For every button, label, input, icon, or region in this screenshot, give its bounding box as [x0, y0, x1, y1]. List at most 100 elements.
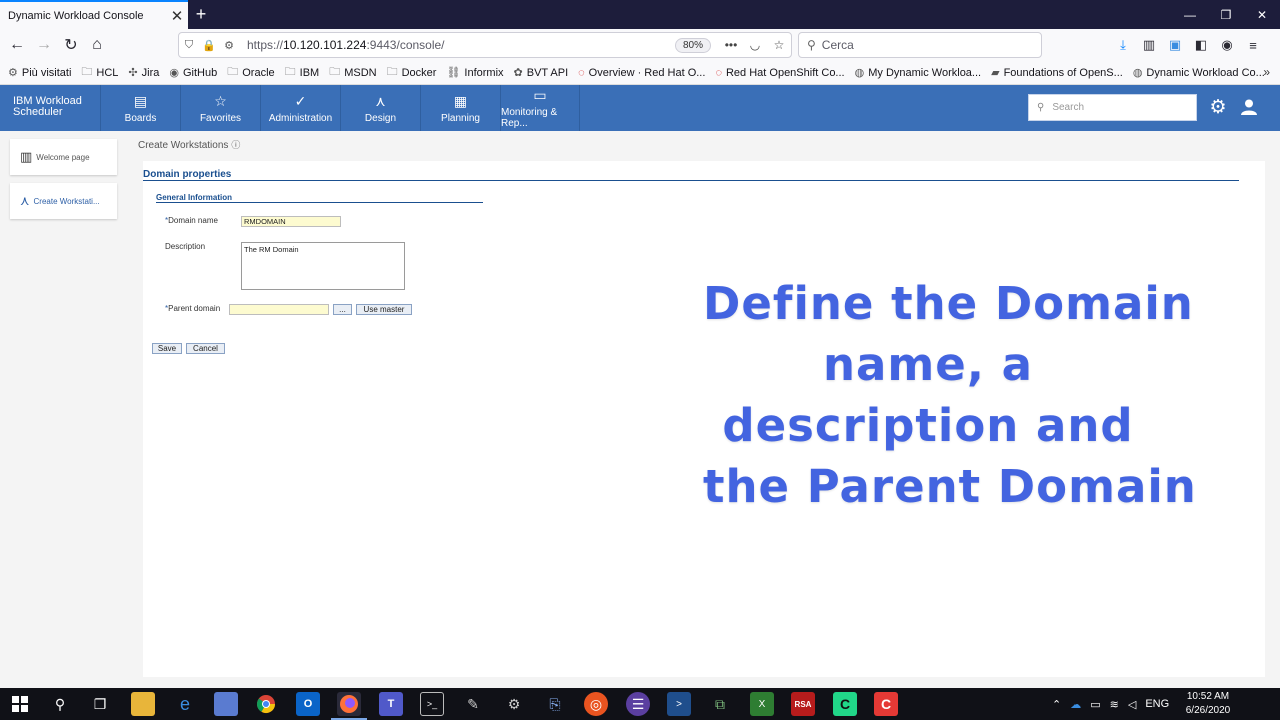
use-master-button[interactable]: Use master	[356, 304, 412, 315]
outlook-icon[interactable]: O	[296, 692, 320, 716]
search-icon[interactable]: ⚲	[48, 692, 72, 716]
parent-domain-input[interactable]	[229, 304, 329, 315]
file-explorer-icon[interactable]	[131, 692, 155, 716]
bookmark-item[interactable]: ✿ BVT API	[514, 66, 569, 80]
close-icon[interactable]: ✕	[166, 7, 188, 25]
chevron-up-icon[interactable]: ⌃	[1052, 698, 1061, 711]
bookmark-item[interactable]: 🗀 HCL	[81, 63, 118, 82]
bookmark-item[interactable]: ⚙ Più visitati	[8, 66, 71, 80]
menu-item-favorites[interactable]: ☆ Favorites	[180, 85, 260, 131]
rail-create-workstations[interactable]: ⋏ Create Workstati...	[10, 183, 117, 219]
permissions-icon[interactable]: ⚙	[219, 39, 239, 52]
menu-item-label: Planning	[441, 112, 480, 124]
menu-item-monitoring-rep[interactable]: ▭ Monitoring & Rep...	[500, 85, 580, 131]
minimize-icon[interactable]: ―	[1172, 0, 1208, 29]
rail-label: Create Workstati...	[33, 196, 100, 206]
new-tab-plus-icon[interactable]: +	[190, 0, 212, 29]
bookmark-item[interactable]: ◉ GitHub	[169, 66, 217, 80]
language-indicator[interactable]: ENG	[1145, 698, 1169, 710]
battery-icon[interactable]: ▭	[1090, 698, 1100, 711]
settings-gear-icon[interactable]: ⚙	[502, 692, 526, 716]
user-icon[interactable]	[1237, 95, 1261, 119]
powershell-icon[interactable]: >	[667, 692, 691, 716]
clion-icon[interactable]: C	[833, 692, 857, 716]
sidebar-icon[interactable]: ◧	[1188, 33, 1214, 57]
cancel-button[interactable]: Cancel	[186, 343, 225, 354]
back-icon[interactable]: ←	[5, 33, 29, 57]
onedrive-icon[interactable]: ☁	[1070, 698, 1081, 711]
excel-icon[interactable]: X	[750, 692, 774, 716]
rail-welcome-page[interactable]: ▥ Welcome page	[10, 139, 117, 175]
description-textarea[interactable]: The RM Domain	[241, 242, 405, 290]
home-icon[interactable]: ⌂	[85, 33, 109, 57]
bookmark-star-icon[interactable]: ☆	[767, 38, 791, 52]
pocket-icon[interactable]: ◡	[743, 38, 767, 52]
remote-desktop-icon[interactable]	[214, 692, 238, 716]
window-close-icon[interactable]: ✕	[1244, 0, 1280, 29]
star-icon: ☆	[214, 92, 227, 109]
bookmark-item[interactable]: ▰ Foundations of OpenS...	[991, 66, 1123, 80]
page-actions-icon[interactable]: •••	[719, 38, 743, 52]
extension-icon[interactable]: ▣	[1162, 33, 1188, 57]
download-icon[interactable]: ⤓	[1110, 33, 1136, 57]
search-icon: ⚲	[807, 38, 816, 52]
bookmark-item[interactable]: ✣ Jira	[128, 66, 159, 80]
vpn-icon[interactable]: ⧉	[708, 692, 732, 716]
ide-icon[interactable]: C	[874, 692, 898, 716]
menu-item-boards[interactable]: ▤ Boards	[100, 85, 180, 131]
parent-domain-label: *Parent domain	[165, 304, 221, 313]
volume-icon[interactable]: ◁	[1128, 698, 1136, 711]
task-view-icon[interactable]: ❐	[88, 692, 112, 716]
zoom-badge[interactable]: 80%	[674, 37, 711, 53]
browser-search-input[interactable]: ⚲ Cerca	[798, 32, 1042, 58]
teams-icon[interactable]: T	[379, 692, 403, 716]
taskbar-clock[interactable]: 10:52 AM 6/26/2020	[1178, 690, 1238, 718]
bookmarks-overflow-icon[interactable]: »	[1263, 65, 1270, 79]
form-panel: Domain properties General Information *D…	[143, 161, 1265, 677]
eclipse-icon[interactable]: ☰	[626, 692, 650, 716]
account-icon[interactable]: ◉	[1214, 33, 1240, 57]
terminal-icon[interactable]: >_	[420, 692, 444, 716]
maximize-icon[interactable]: ❐	[1208, 0, 1244, 29]
bookmark-item[interactable]: ◍ My Dynamic Workloa...	[855, 66, 981, 80]
lock-warning-icon[interactable]: 🔒	[199, 39, 219, 52]
forward-icon[interactable]: →	[32, 33, 56, 57]
app-brand[interactable]: IBM Workload Scheduler	[13, 96, 101, 118]
windows-start-icon[interactable]	[8, 692, 32, 716]
library-icon[interactable]: ▥	[1136, 33, 1162, 57]
rsa-icon[interactable]: RSA	[791, 692, 815, 716]
shield-icon[interactable]: ⛉	[179, 39, 199, 52]
browse-parent-button[interactable]: ...	[333, 304, 352, 315]
bookmark-label: MSDN	[344, 66, 377, 79]
reload-icon[interactable]: ↻	[59, 33, 83, 57]
menu-icon[interactable]: ≡	[1240, 33, 1266, 57]
bookmark-item[interactable]: ◌ Red Hat OpenShift Co...	[715, 67, 844, 79]
chrome-icon[interactable]	[254, 692, 278, 716]
bookmark-label: Foundations of OpenS...	[1003, 66, 1123, 79]
settings-gear-icon[interactable]: ⚙	[1206, 95, 1230, 119]
bookmark-item[interactable]: 🗀 Docker	[387, 63, 437, 82]
ubuntu-icon[interactable]: ◎	[584, 692, 608, 716]
save-button[interactable]: Save	[152, 343, 182, 354]
gear-icon: ⚙	[8, 67, 18, 79]
paint-icon[interactable]: ✎	[461, 692, 485, 716]
menu-item-administration[interactable]: ✓ Administration	[260, 85, 340, 131]
bookmark-item[interactable]: 🗀 MSDN	[329, 63, 376, 82]
bookmark-item[interactable]: ◍ Dynamic Workload Co...	[1133, 66, 1265, 80]
bookmark-item[interactable]: 🗀 IBM	[285, 63, 320, 82]
domain-name-input[interactable]: RMDOMAIN	[241, 216, 341, 227]
bookmark-item[interactable]: 🗀 Oracle	[227, 63, 274, 82]
edge-icon[interactable]: e	[173, 692, 197, 716]
menu-item-planning[interactable]: ▦ Planning	[420, 85, 500, 131]
url-text[interactable]: https://10.120.101.224:9443/console/	[247, 38, 675, 52]
help-icon[interactable]: ⓘ	[231, 140, 240, 150]
browser-tab[interactable]: Dynamic Workload Console ✕	[0, 0, 188, 29]
wifi-icon[interactable]: ≋	[1110, 698, 1119, 711]
firefox-icon[interactable]	[337, 692, 361, 716]
url-bar[interactable]: ⛉ 🔒 ⚙ https://10.120.101.224:9443/consol…	[178, 32, 792, 58]
app-search-input[interactable]: ⚲ Search	[1028, 94, 1197, 121]
network-app-icon[interactable]: ⎘	[543, 692, 567, 716]
menu-item-design[interactable]: ⋏ Design	[340, 85, 420, 131]
bookmark-item[interactable]: ⛓ Informix	[446, 66, 503, 80]
bookmark-item[interactable]: ◌ Overview · Red Hat O...	[578, 67, 705, 79]
